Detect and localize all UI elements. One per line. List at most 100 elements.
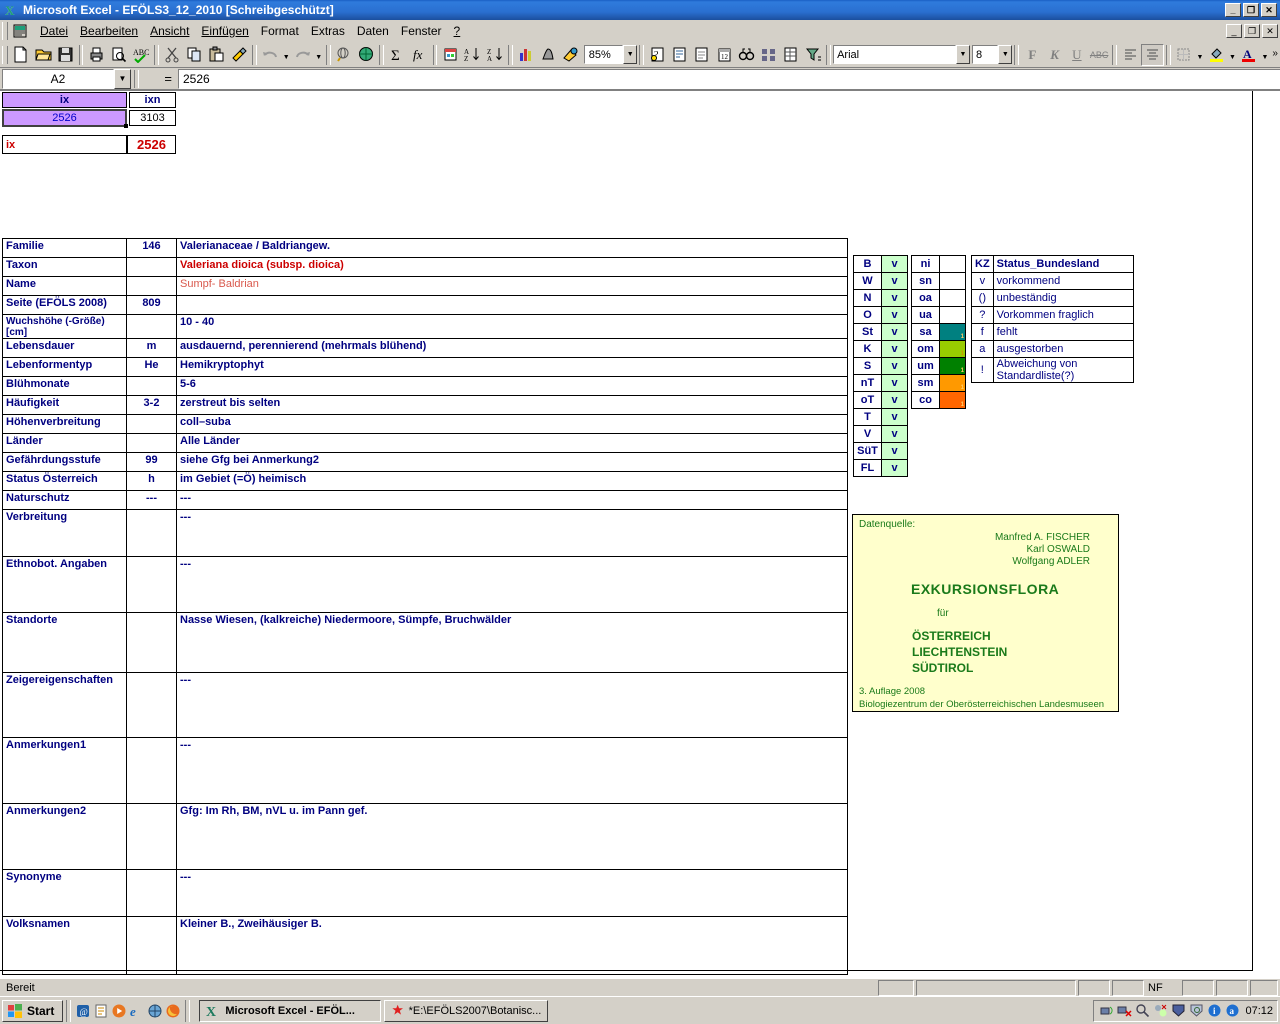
bundesland-row[interactable]: Nv <box>853 289 908 307</box>
borders-dropdown-arrow[interactable]: ▼ <box>1195 44 1205 66</box>
restore-button[interactable]: ❐ <box>1243 3 1259 17</box>
format-painter-icon[interactable] <box>228 44 250 66</box>
region-code[interactable]: sa <box>911 323 940 341</box>
row-value[interactable]: im Gebiet (=Ö) heimisch <box>176 471 848 491</box>
row-label[interactable]: Lebenformentyp <box>2 357 127 377</box>
menu-datei[interactable]: Datei <box>34 22 74 40</box>
font-color-icon[interactable]: A <box>1238 44 1260 66</box>
table-row[interactable]: Anmerkungen2 Gfg: Im Rh, BM, nVL u. im Pa… <box>2 803 848 870</box>
row-value[interactable]: 10 - 40 <box>176 314 848 339</box>
row-code[interactable] <box>126 257 177 277</box>
bundesland-row[interactable]: Bv <box>853 255 908 273</box>
row-value[interactable]: Hemikryptophyt <box>176 357 848 377</box>
name-box[interactable]: A2 <box>2 68 114 89</box>
menu-daten[interactable]: Daten <box>351 22 395 40</box>
doc-restore-button[interactable]: ❐ <box>1244 23 1260 38</box>
bundesland-code[interactable]: oT <box>853 391 882 409</box>
align-center-button[interactable] <box>1141 43 1164 66</box>
bundesland-row[interactable]: oT v <box>853 391 908 409</box>
row-code[interactable]: 146 <box>126 238 177 258</box>
menu-format[interactable]: Format <box>255 22 305 40</box>
region-row[interactable]: co 1 <box>911 391 966 409</box>
bundesland-status[interactable]: v <box>881 306 908 324</box>
row-label[interactable]: Taxon <box>2 257 127 277</box>
function-fx-icon[interactable]: fx <box>408 44 430 66</box>
region-color-swatch[interactable]: 1 <box>939 340 966 358</box>
bundesland-code[interactable]: B <box>853 255 882 273</box>
row-label[interactable]: Anmerkungen1 <box>2 737 127 804</box>
row-label[interactable]: Zeigereigenschaften <box>2 672 127 738</box>
bold-button[interactable]: F <box>1021 44 1043 66</box>
row-label[interactable]: Name <box>2 276 127 296</box>
bundesland-status[interactable]: v <box>881 289 908 307</box>
region-color-swatch[interactable]: 1 <box>939 357 966 375</box>
bundesland-code[interactable]: nT <box>853 374 882 392</box>
zoom-combo-value[interactable]: 85% <box>583 45 624 64</box>
row-label[interactable]: Höhenverbreitung <box>2 414 127 434</box>
row-label[interactable]: Wuchshöhe (-Größe) [cm] <box>2 314 127 339</box>
bundesland-row[interactable]: Wv <box>853 272 908 290</box>
save-disk-icon[interactable] <box>54 44 76 66</box>
help-question-icon[interactable]: ? <box>646 44 668 66</box>
row-label[interactable]: Lebensdauer <box>2 338 127 358</box>
chart-wizard-icon[interactable] <box>515 44 537 66</box>
table-row[interactable]: Naturschutz --- --- <box>2 490 848 510</box>
row-code[interactable]: m <box>126 338 177 358</box>
cell-value-ix[interactable]: 2526 <box>2 109 127 127</box>
notes-icon[interactable] <box>92 1002 110 1020</box>
row-value[interactable]: --- <box>176 509 848 557</box>
outlook-icon[interactable]: @ <box>74 1002 92 1020</box>
species-data-table[interactable]: Familie 146 Valerianaceae / Baldriangew. Ta… <box>2 238 848 975</box>
region-code[interactable]: co <box>911 391 940 409</box>
drawing-icon[interactable] <box>560 44 582 66</box>
row-value[interactable] <box>176 295 848 315</box>
table-row[interactable]: Zeigereigenschaften --- <box>2 672 848 738</box>
table-row[interactable]: Anmerkungen1 --- <box>2 737 848 804</box>
adobe-icon[interactable]: a <box>1224 1003 1240 1019</box>
row-code[interactable] <box>126 672 177 738</box>
row-label[interactable]: Familie <box>2 238 127 258</box>
bundesland-status[interactable]: v <box>881 374 908 392</box>
table-row[interactable]: Ethnobot. Angaben --- <box>2 556 848 613</box>
binoculars-icon[interactable] <box>735 44 757 66</box>
row-value[interactable]: Sumpf- Baldrian <box>176 276 848 296</box>
menu-bearbeiten[interactable]: Bearbeiten <box>74 22 144 40</box>
bundesland-row[interactable]: Kv <box>853 340 908 358</box>
row-label[interactable]: Naturschutz <box>2 490 127 510</box>
row-label[interactable]: Status Österreich <box>2 471 127 491</box>
region-color-swatch[interactable]: 1 <box>939 374 966 392</box>
region-color-swatch[interactable]: 1 <box>939 391 966 409</box>
table-row[interactable]: Taxon Valeriana dioica (subsp. dioica) <box>2 257 848 277</box>
row-code[interactable] <box>126 314 177 339</box>
web-globe-icon[interactable] <box>355 44 377 66</box>
region-row[interactable]: sn <box>911 272 966 290</box>
region-row[interactable]: sm 1 <box>911 374 966 392</box>
doc-close-button[interactable]: ✕ <box>1262 23 1278 38</box>
table-row[interactable]: Standorte Nasse Wiesen, (kalkreiche) Nied… <box>2 612 848 673</box>
name-box-dropdown-arrow[interactable]: ▼ <box>114 68 131 89</box>
bundesland-status[interactable]: v <box>881 272 908 290</box>
bundesland-code[interactable]: N <box>853 289 882 307</box>
new-document-icon[interactable] <box>10 44 32 66</box>
row-code[interactable]: 809 <box>126 295 177 315</box>
autofilter-icon[interactable] <box>802 44 824 66</box>
row-value[interactable]: ausdauernd, perennierend (mehrmals blühe… <box>176 338 848 358</box>
table-row[interactable]: Lebensdauer m ausdauernd, perennierend (me… <box>2 338 848 358</box>
underline-button[interactable]: U <box>1066 44 1088 66</box>
bundesland-code[interactable]: W <box>853 272 882 290</box>
cell-header-ix[interactable]: ix <box>2 92 127 108</box>
minimize-button[interactable]: _ <box>1225 3 1241 17</box>
row-value[interactable]: Valerianaceae / Baldriangew. <box>176 238 848 258</box>
cell-label-ix[interactable]: ix <box>2 135 127 154</box>
bundesland-status[interactable]: v <box>881 425 908 443</box>
row-label[interactable]: Gefährdungsstufe <box>2 452 127 472</box>
table-row[interactable]: Status Österreich h im Gebiet (=Ö) heimisc… <box>2 471 848 491</box>
font-color-dropdown-arrow[interactable]: ▼ <box>1260 44 1270 66</box>
hyperlink-icon[interactable] <box>333 44 355 66</box>
cut-scissors-icon[interactable] <box>161 44 183 66</box>
bundesland-status[interactable]: v <box>881 391 908 409</box>
bundesland-code[interactable]: K <box>853 340 882 358</box>
list-icon[interactable] <box>691 44 713 66</box>
row-value[interactable]: --- <box>176 672 848 738</box>
taskbar-button-app2[interactable]: *E:\EFÖLS2007\Botanisc... <box>384 999 549 1022</box>
